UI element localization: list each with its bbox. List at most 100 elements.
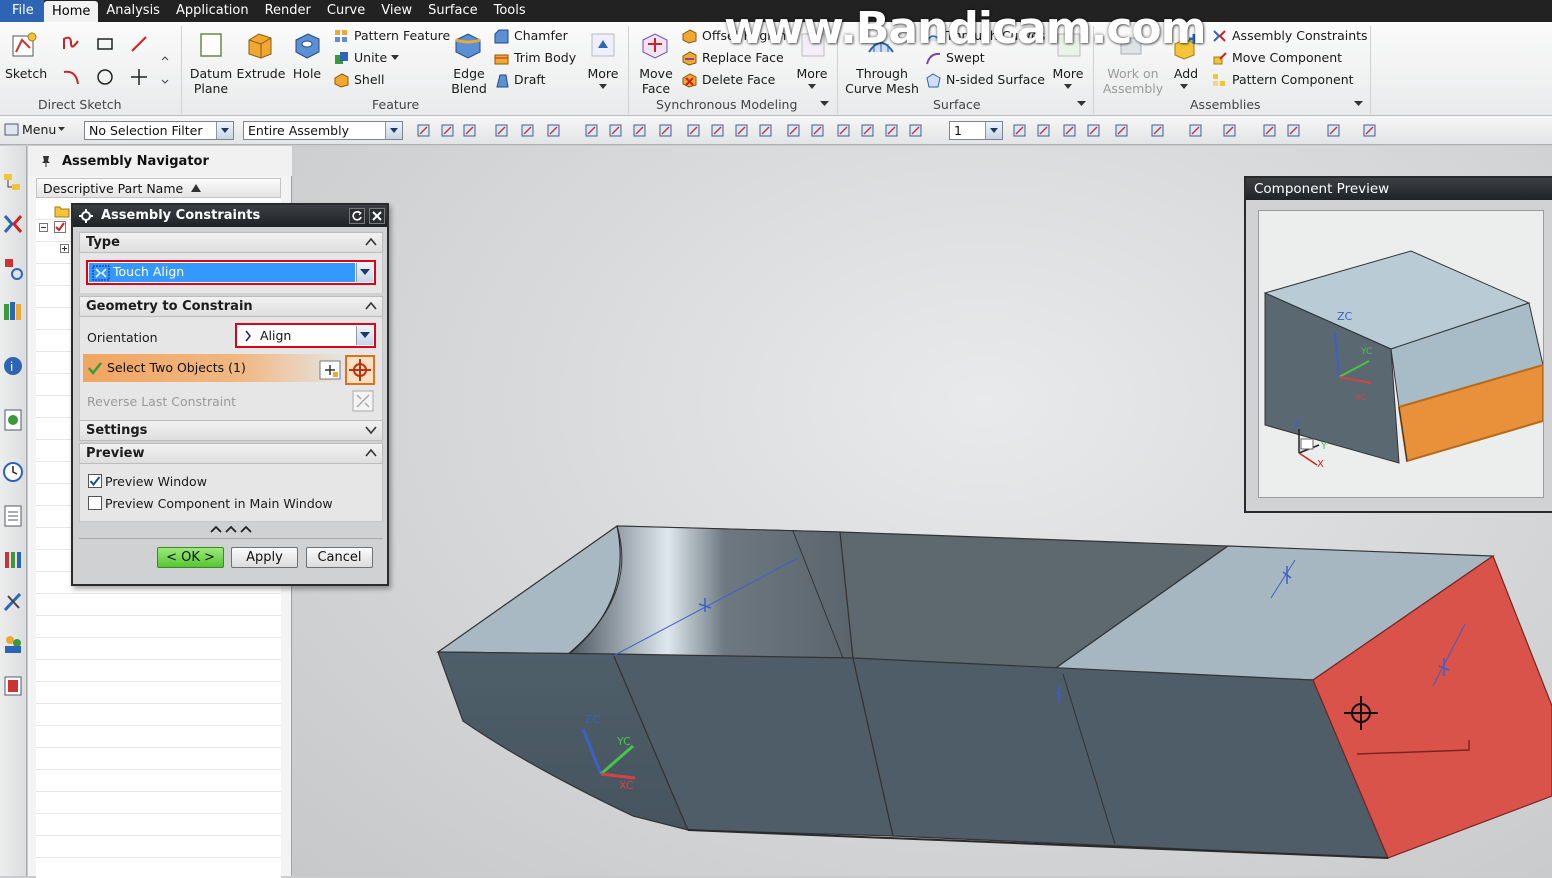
datum-plane-icon[interactable] (196, 30, 226, 60)
rotate-view-icon[interactable] (1062, 123, 1077, 138)
delete-face-icon[interactable] (682, 73, 697, 88)
type-section-header[interactable]: Type (79, 232, 383, 253)
snapshot-icon[interactable] (1326, 123, 1341, 138)
system-materials-tab-icon[interactable] (2, 588, 24, 616)
move-face-label-2[interactable]: Face (634, 81, 678, 96)
menu-surface[interactable]: Surface (420, 0, 486, 22)
pattern-component-icon[interactable] (1212, 73, 1227, 88)
more-sync-button[interactable]: More (792, 66, 832, 81)
menu-application[interactable]: Application (168, 0, 257, 22)
menu-icon[interactable] (4, 122, 19, 137)
preview-main-window-checkbox[interactable] (88, 496, 102, 510)
scope-dropdown[interactable]: Entire Assembly (243, 121, 403, 140)
fit-view-icon[interactable] (1036, 123, 1051, 138)
wcs-icon[interactable] (1262, 123, 1277, 138)
assembly-constraints-button[interactable]: Assembly Constraints (1232, 28, 1368, 43)
arc-icon[interactable] (62, 68, 80, 86)
work-on-assembly-label-2[interactable]: Assembly (1100, 81, 1166, 96)
menu-render[interactable]: Render (257, 0, 319, 22)
group-surface-dropdown-icon[interactable] (1077, 101, 1086, 107)
pattern-feature-icon[interactable] (334, 29, 349, 44)
chevron-up-icon[interactable] (365, 447, 377, 459)
pattern-component-button[interactable]: Pattern Component (1232, 72, 1354, 87)
line-icon[interactable] (130, 35, 148, 53)
chevron-down-icon[interactable] (356, 326, 373, 345)
n-sided-surface-icon[interactable] (926, 73, 941, 88)
shell-button[interactable]: Shell (354, 72, 385, 87)
selection-filter-dropdown[interactable]: No Selection Filter (84, 121, 234, 140)
part-navigator-tab-icon[interactable] (2, 256, 24, 284)
work-on-assembly-label-1[interactable]: Work on (1100, 66, 1166, 81)
collapse-dialog-icon[interactable] (209, 524, 255, 534)
offset-region-icon[interactable] (682, 29, 697, 44)
rectangle-icon[interactable] (96, 35, 114, 53)
chevron-up-icon[interactable] (365, 300, 377, 312)
preview-window-label[interactable]: Preview Window (105, 474, 207, 489)
sort-ascending-icon[interactable] (191, 184, 201, 192)
pattern-feature-button[interactable]: Pattern Feature (354, 28, 450, 43)
navigator-column-header[interactable]: Descriptive Part Name (36, 178, 281, 198)
render-style-icon[interactable] (1114, 123, 1129, 138)
preview-section-header[interactable]: Preview (79, 443, 383, 464)
layer-settings-icon[interactable] (1012, 123, 1027, 138)
close-icon[interactable] (369, 208, 385, 224)
deselect-icon[interactable] (440, 123, 455, 138)
orient-view-icon[interactable] (884, 123, 899, 138)
more-feature-dropdown-icon[interactable] (599, 84, 607, 90)
chevron-down-icon[interactable] (365, 424, 377, 436)
more-surface-dropdown-icon[interactable] (1064, 84, 1072, 90)
show-hide-icon[interactable] (1188, 123, 1203, 138)
hd3d-tools-tab-icon[interactable]: i (2, 352, 24, 380)
more-feature-button[interactable]: More (583, 66, 623, 81)
component-preview-window[interactable]: Component Preview ZC YC XC Z Y X (1244, 176, 1552, 513)
collapse-icon[interactable] (39, 223, 48, 232)
users-tab-icon[interactable] (2, 630, 24, 658)
chevron-up-icon[interactable] (365, 236, 377, 248)
reverse-icon[interactable] (352, 390, 374, 412)
more-surface-button[interactable]: More (1048, 66, 1088, 81)
component-checkbox-icon[interactable] (54, 221, 66, 233)
feature-select-icon[interactable] (632, 123, 647, 138)
center-point-icon[interactable] (786, 123, 801, 138)
add-dropdown-icon[interactable] (1180, 84, 1188, 90)
type-dropdown[interactable]: Touch Align (86, 260, 376, 285)
snap-point-icon[interactable] (416, 123, 431, 138)
menu-tools[interactable]: Tools (486, 0, 534, 22)
edit-section-icon[interactable] (1150, 123, 1165, 138)
component-preview-canvas[interactable]: ZC YC XC Z Y X (1258, 210, 1544, 498)
more-sync-dropdown-icon[interactable] (808, 84, 816, 90)
menu-view[interactable]: View (373, 0, 420, 22)
n-sided-surface-button[interactable]: N-sided Surface (946, 72, 1045, 87)
reuse-library-tab-icon[interactable] (2, 298, 24, 326)
move-select-icon[interactable] (494, 123, 509, 138)
lasso-icon[interactable] (546, 123, 561, 138)
preview-main-window-label[interactable]: Preview Component in Main Window (105, 496, 333, 511)
selection-rect-icon[interactable] (462, 123, 477, 138)
add-button[interactable]: Add (1166, 66, 1206, 81)
hole-button[interactable]: Hole (285, 66, 329, 81)
diagonal-snap-icon[interactable] (710, 123, 725, 138)
view-triad-icon[interactable] (908, 123, 923, 138)
settings-section-header[interactable]: Settings (79, 420, 383, 441)
menu-analysis[interactable]: Analysis (98, 0, 168, 22)
history-tab-icon[interactable] (2, 458, 24, 486)
pan-view-icon[interactable] (1086, 123, 1101, 138)
multi-select-icon[interactable] (658, 123, 673, 138)
assembly-constraints-dialog[interactable]: Assembly Constraints Type Touch Align Ge… (71, 203, 389, 586)
status-icon[interactable] (1362, 123, 1377, 138)
cancel-button[interactable]: Cancel (306, 547, 373, 568)
select-objects-row[interactable]: Select Two Objects (1) (83, 354, 347, 382)
intersection-icon[interactable] (836, 123, 851, 138)
unite-icon[interactable] (334, 51, 349, 66)
through-curve-mesh-label-1[interactable]: Through (843, 66, 921, 81)
replace-face-icon[interactable] (682, 51, 697, 66)
profile-icon[interactable] (62, 35, 80, 53)
edge-blend-icon[interactable] (453, 30, 483, 60)
unite-dropdown-icon[interactable] (391, 55, 399, 61)
orientation-dropdown[interactable]: Align (235, 323, 376, 348)
geometry-section-header[interactable]: Geometry to Constrain (79, 296, 383, 317)
chamfer-icon[interactable] (494, 29, 509, 44)
edge-blend-label-1[interactable]: Edge (447, 66, 491, 81)
move-component-button[interactable]: Move Component (1232, 50, 1342, 65)
curve-snap-icon[interactable] (734, 123, 749, 138)
